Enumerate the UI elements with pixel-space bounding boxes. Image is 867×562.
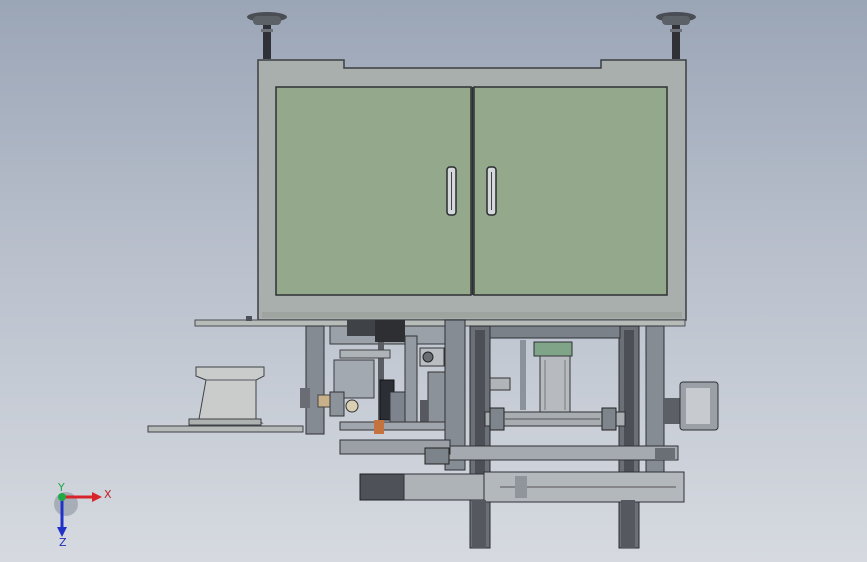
leveling-foot-left [247,12,287,59]
cabinet-door-left [275,86,472,296]
y-axis-marker [58,493,66,501]
x-axis-label: X [104,488,112,501]
y-axis-label: Y [57,481,65,494]
feeder-tray [147,366,304,433]
cabinet [257,59,687,321]
cabinet-door-right [473,86,668,296]
press-mechanism [329,320,451,434]
servo-motor-right [664,381,719,431]
axis-triad: X Y Z [54,481,112,549]
machine-assembly-drawing: X Y Z [54,12,719,549]
cylinder-assembly [489,340,573,415]
cad-viewport[interactable]: X Y Z [0,0,867,562]
z-axis-label: Z [59,536,67,549]
leveling-foot-right [656,12,696,59]
linear-module [359,471,685,503]
